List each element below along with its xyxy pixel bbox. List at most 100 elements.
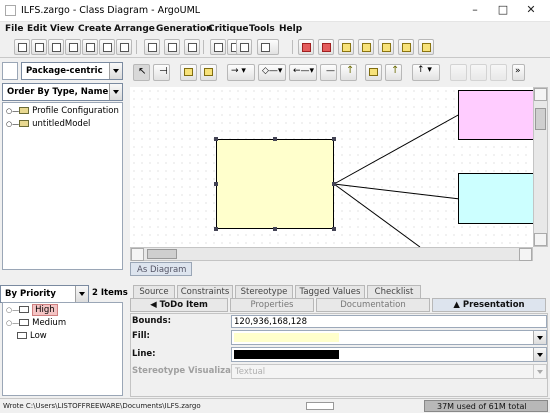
tab-as-diagram[interactable]: As Diagram: [130, 262, 192, 276]
tab-properties[interactable]: Properties: [230, 298, 314, 312]
chevron-down-icon[interactable]: [75, 286, 88, 302]
class-node-cyan[interactable]: [458, 173, 533, 224]
selection-handle[interactable]: [214, 137, 218, 141]
todo-item-high[interactable]: ○— High: [6, 304, 58, 316]
scroll-down-icon[interactable]: [534, 233, 547, 246]
tab-stereotype[interactable]: Stereotype: [235, 285, 293, 298]
menu-generation[interactable]: Generation: [156, 24, 213, 34]
chevron-down-icon[interactable]: [533, 365, 546, 378]
tree-item-model[interactable]: ○— untitledModel: [6, 119, 90, 129]
todo-item-low[interactable]: Low: [17, 331, 47, 341]
diagram-canvas[interactable]: [130, 87, 533, 247]
bounds-field[interactable]: 120,936,168,128: [231, 315, 547, 328]
dependency-tool-icon[interactable]: —: [320, 64, 337, 81]
todo-item-medium[interactable]: ○— Medium: [6, 318, 66, 328]
stereotype-visualization-select[interactable]: Textual: [231, 364, 547, 379]
perspective-select[interactable]: Package-centric: [21, 62, 123, 80]
package-tool-icon[interactable]: [180, 64, 197, 81]
cut-icon[interactable]: [184, 39, 200, 55]
class-node-pink[interactable]: [458, 90, 533, 140]
import-icon[interactable]: [116, 39, 132, 55]
menu-critique[interactable]: Critique: [208, 24, 248, 34]
selection-handle[interactable]: [214, 227, 218, 231]
more-tools-icon[interactable]: »: [512, 64, 525, 81]
datatype-tool-icon[interactable]: [450, 64, 467, 81]
delete-icon[interactable]: [164, 39, 180, 55]
select-all-icon[interactable]: [144, 39, 160, 55]
todo-group-select[interactable]: By Priority: [0, 285, 89, 303]
line-color-select[interactable]: [231, 347, 547, 362]
diagram-collaboration-icon[interactable]: [358, 39, 374, 55]
menu-help[interactable]: Help: [279, 24, 302, 34]
chevron-down-icon[interactable]: [533, 331, 546, 344]
menu-edit[interactable]: Edit: [27, 24, 47, 34]
comment-tool-icon[interactable]: [490, 64, 507, 81]
todo-group-value: By Priority: [5, 289, 56, 299]
diagram-activity-icon[interactable]: [398, 39, 414, 55]
fill-color-select[interactable]: [231, 330, 547, 345]
selection-handle[interactable]: [332, 182, 336, 186]
scroll-left-icon[interactable]: [131, 248, 144, 261]
diagram-usecase-icon[interactable]: [318, 39, 334, 55]
selection-handle[interactable]: [273, 137, 277, 141]
tab-source[interactable]: Source: [133, 285, 175, 298]
menu-tools[interactable]: Tools: [249, 24, 275, 34]
chevron-down-icon[interactable]: [109, 84, 122, 100]
diagram-state-icon[interactable]: [378, 39, 394, 55]
zoom-icon[interactable]: [257, 39, 279, 55]
association-tool-icon[interactable]: → ▾: [227, 64, 255, 81]
close-button[interactable]: ✕: [522, 2, 540, 18]
chevron-down-icon[interactable]: [533, 348, 546, 361]
generalization-tool-icon[interactable]: ←—▾: [289, 64, 317, 81]
save-as-icon[interactable]: [65, 39, 81, 55]
tab-tagged-values[interactable]: Tagged Values: [295, 285, 365, 298]
find-icon[interactable]: [236, 39, 252, 55]
navigate-back-icon[interactable]: [210, 39, 226, 55]
chevron-down-icon[interactable]: [109, 63, 122, 79]
tab-checklist[interactable]: Checklist: [367, 285, 421, 298]
enumeration-tool-icon[interactable]: ↑: [385, 64, 402, 81]
tab-constraints[interactable]: Constraints: [177, 285, 233, 298]
select-tool-icon[interactable]: ↖: [133, 64, 150, 81]
tab-presentation[interactable]: ▲ Presentation: [432, 298, 546, 312]
inheritance-tool-icon[interactable]: ↑ ▾: [412, 64, 440, 81]
horizontal-scrollbar[interactable]: [130, 247, 533, 261]
export-icon[interactable]: [99, 39, 115, 55]
tab-todo-item[interactable]: ◀ ToDo Item: [130, 298, 228, 312]
scroll-right-icon[interactable]: [519, 248, 532, 261]
perspective-config-icon[interactable]: [2, 62, 18, 80]
minimize-button[interactable]: –: [466, 2, 484, 18]
realization-tool-icon[interactable]: ↑: [340, 64, 357, 81]
selection-handle[interactable]: [273, 227, 277, 231]
scroll-thumb[interactable]: [147, 249, 177, 259]
open-project-icon[interactable]: [31, 39, 47, 55]
class-node-selected[interactable]: [216, 139, 334, 229]
tab-documentation[interactable]: Documentation: [316, 298, 430, 312]
save-icon[interactable]: [48, 39, 64, 55]
scroll-up-icon[interactable]: [534, 88, 547, 101]
aggregation-tool-icon[interactable]: ◇—▾: [258, 64, 286, 81]
vertical-scrollbar[interactable]: [533, 87, 548, 247]
tree-item-label: untitledModel: [32, 119, 91, 129]
menu-arrange[interactable]: Arrange: [114, 24, 155, 34]
menu-create[interactable]: Create: [78, 24, 112, 34]
class-tool-icon[interactable]: [200, 64, 217, 81]
tree-item-profile[interactable]: ○— Profile Configuration: [6, 106, 119, 116]
diagram-deployment-icon[interactable]: [418, 39, 434, 55]
folder-icon: [19, 319, 30, 326]
print-icon[interactable]: [82, 39, 98, 55]
diagram-sequence-icon[interactable]: [338, 39, 354, 55]
signal-tool-icon[interactable]: [470, 64, 487, 81]
diagram-class-icon[interactable]: [298, 39, 314, 55]
selection-handle[interactable]: [332, 227, 336, 231]
maximize-button[interactable]: □: [494, 2, 512, 18]
order-select[interactable]: Order By Type, Name: [2, 83, 123, 101]
selection-handle[interactable]: [332, 137, 336, 141]
new-project-icon[interactable]: [14, 39, 30, 55]
interface-tool-icon[interactable]: [365, 64, 382, 81]
menu-view[interactable]: View: [50, 24, 74, 34]
selection-handle[interactable]: [214, 182, 218, 186]
broom-tool-icon[interactable]: ⊣: [153, 64, 170, 81]
scroll-thumb[interactable]: [535, 108, 546, 130]
menu-file[interactable]: File: [5, 24, 23, 34]
